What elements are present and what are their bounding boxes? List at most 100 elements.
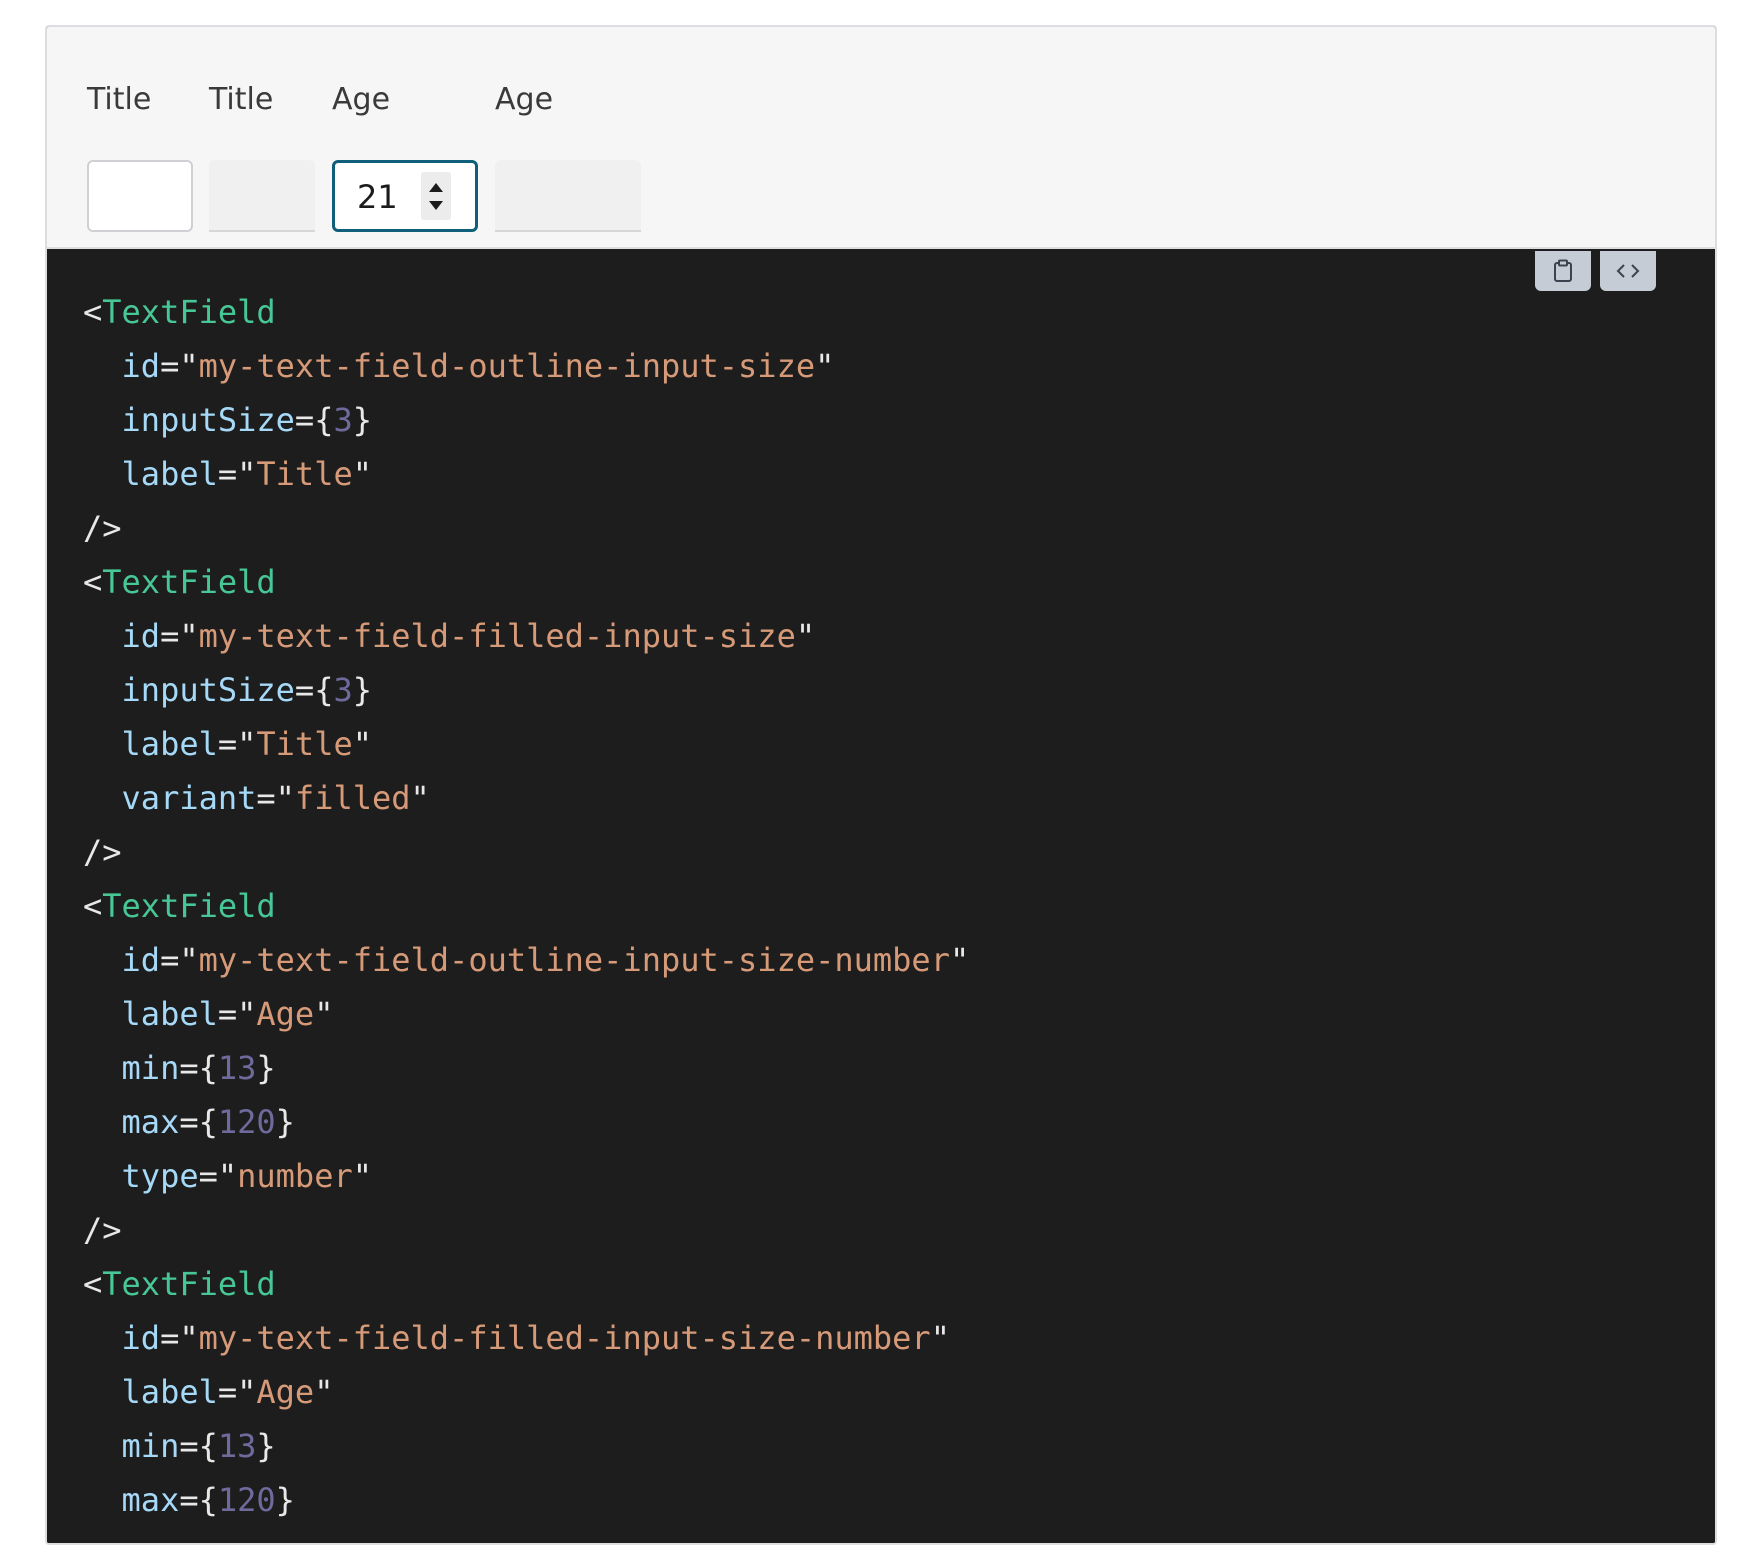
code-line: label="Age" — [83, 1365, 969, 1419]
code-token: variant — [121, 779, 257, 817]
code-line: <TextField — [83, 879, 969, 933]
age-outline-input[interactable] — [357, 177, 427, 217]
title-filled-input[interactable] — [209, 160, 315, 232]
code-token: =" — [217, 1373, 257, 1411]
code-token: =" — [198, 1157, 238, 1195]
age-filled-field: Age — [495, 82, 641, 232]
code-token: " — [815, 347, 835, 385]
code-token: 120 — [217, 1481, 276, 1519]
code-brackets-icon — [1616, 264, 1640, 278]
title-outline-input[interactable] — [87, 160, 193, 232]
code-line: inputSize={3} — [83, 663, 969, 717]
code-line: <TextField — [83, 555, 969, 609]
number-spinner[interactable] — [421, 172, 451, 220]
code-token: ={ — [179, 1049, 218, 1087]
code-line: inputSize={3} — [83, 393, 969, 447]
code-token: } — [256, 1049, 276, 1087]
code-token: inputSize — [121, 401, 295, 439]
code-line: max={120} — [83, 1473, 969, 1527]
code-token: 13 — [217, 1427, 257, 1465]
code-line: id="my-text-field-filled-input-size-numb… — [83, 1311, 969, 1365]
code-token: min — [121, 1049, 180, 1087]
age-outline-box — [332, 160, 478, 232]
code-token: label — [121, 995, 218, 1033]
code-token: ={ — [179, 1103, 218, 1141]
code-token: } — [352, 401, 372, 439]
code-token: my-text-field-filled-input-size-number — [198, 1319, 931, 1357]
code-token: ={ — [179, 1427, 218, 1465]
code-token: < — [83, 1265, 103, 1303]
spin-down-icon[interactable] — [429, 201, 443, 210]
code-token: filled — [294, 779, 411, 817]
code-token: id — [121, 941, 161, 979]
code-token: " — [410, 779, 430, 817]
field-label: Age — [495, 82, 554, 117]
code-token: " — [949, 941, 970, 979]
code-line: max={120} — [83, 1095, 969, 1149]
code-token: ={ — [294, 401, 334, 439]
code-token: 3 — [333, 401, 353, 439]
field-label: Age — [332, 82, 391, 117]
code-panel: <TextField id="my-text-field-outline-inp… — [47, 251, 1715, 1543]
code-token: } — [275, 1103, 295, 1141]
code-token: TextField — [102, 887, 276, 925]
code-token: =" — [217, 455, 257, 493]
code-line: /> — [83, 825, 969, 879]
code-line: id="my-text-field-outline-input-size" — [83, 339, 969, 393]
code-token: 13 — [217, 1049, 257, 1087]
code-line: variant="filled" — [83, 771, 969, 825]
code-token: min — [121, 1427, 180, 1465]
code-token: } — [256, 1427, 276, 1465]
code-token: " — [352, 1157, 372, 1195]
spin-up-icon[interactable] — [429, 183, 443, 192]
code-token: < — [83, 563, 103, 601]
code-line: label="Title" — [83, 447, 969, 501]
code-line: min={13} — [83, 1041, 969, 1095]
code-token: < — [83, 293, 103, 331]
code-token: 3 — [333, 671, 353, 709]
code-token: " — [795, 617, 816, 655]
copy-code-button[interactable] — [1535, 251, 1591, 291]
code-token: inputSize — [121, 671, 295, 709]
code-token: number — [237, 1157, 353, 1195]
code-token: max — [121, 1103, 180, 1141]
age-filled-input[interactable] — [495, 160, 641, 232]
field-label: Title — [209, 82, 274, 117]
field-label: Title — [87, 82, 152, 117]
code-line: /> — [83, 501, 969, 555]
code-token: Age — [256, 1373, 315, 1411]
code-token: label — [121, 725, 218, 763]
code-line: <TextField — [83, 1257, 969, 1311]
code-token: ={ — [294, 671, 334, 709]
code-token: /> — [83, 833, 122, 871]
code-token: =" — [256, 779, 295, 817]
code-token: label — [121, 1373, 218, 1411]
code-token: =" — [160, 941, 199, 979]
code-token: Age — [256, 995, 315, 1033]
code-line: /> — [83, 1203, 969, 1257]
code-token: label — [121, 455, 218, 493]
code-line: min={13} — [83, 1419, 969, 1473]
code-line: type="number" — [83, 1149, 969, 1203]
code-token: =" — [217, 995, 257, 1033]
code-token: } — [352, 671, 372, 709]
toggle-code-button[interactable] — [1600, 251, 1656, 291]
code-token: Title — [256, 455, 353, 493]
code-token: } — [275, 1481, 295, 1519]
code-token: " — [930, 1319, 950, 1357]
code-line: <TextField — [83, 285, 969, 339]
code-token: " — [352, 725, 372, 763]
code-token: id — [121, 1319, 161, 1357]
code-token: ={ — [179, 1481, 218, 1519]
